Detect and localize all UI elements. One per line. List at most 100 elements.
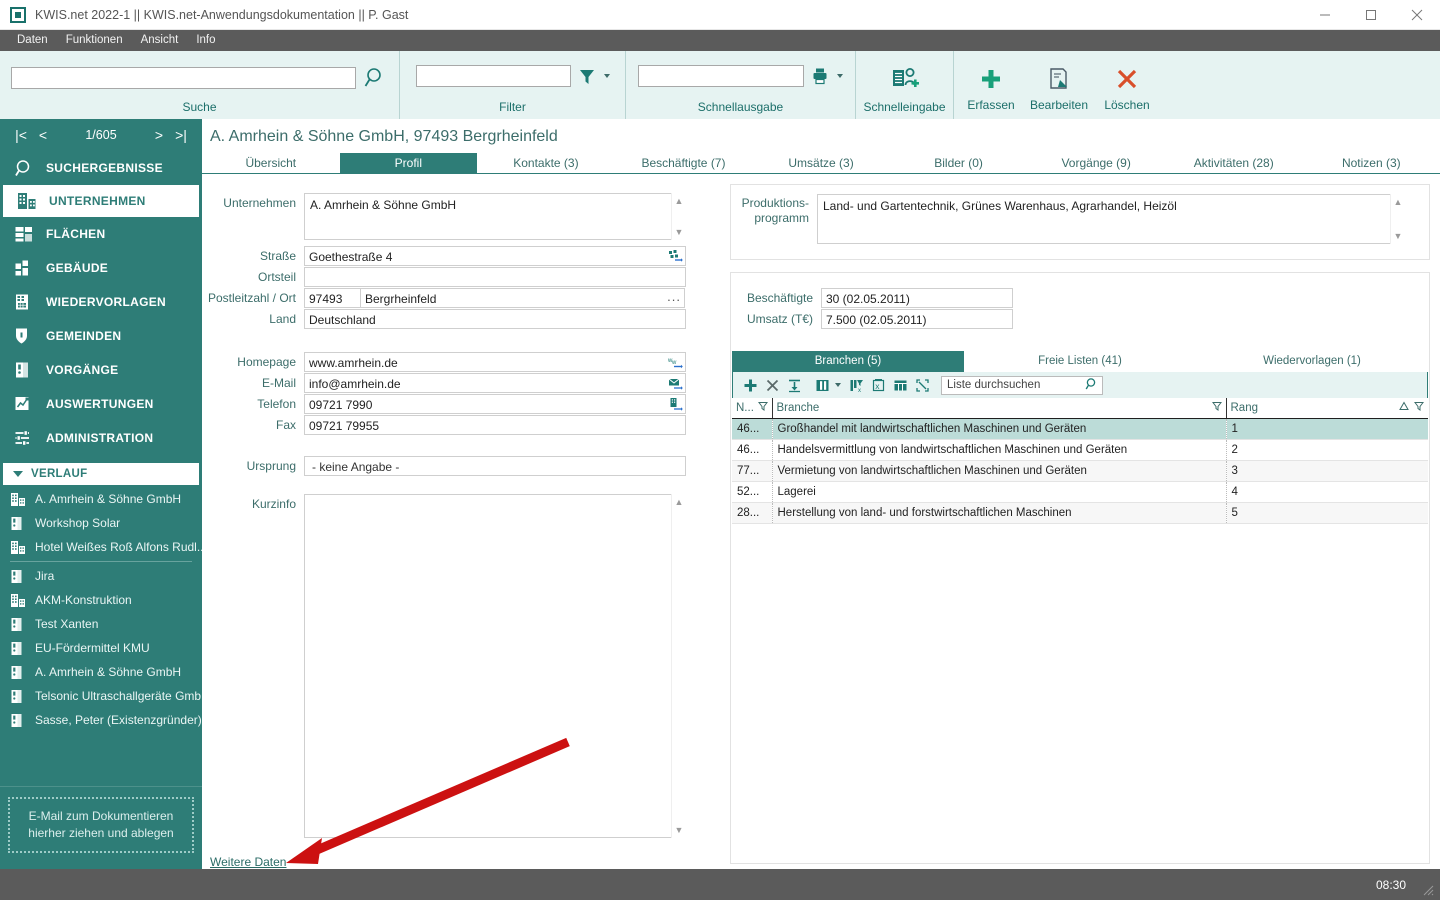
pager-first-button[interactable]: |<	[10, 127, 32, 143]
list-item[interactable]: A. Amrhein & Söhne GmbH	[0, 487, 202, 511]
list-item[interactable]: Workshop Solar	[0, 511, 202, 535]
sidebar-item-gemeinden[interactable]: GEMEINDEN	[0, 319, 202, 353]
umsatz-input[interactable]: 7.500 (02.05.2011)	[821, 309, 1013, 329]
subtab-wiedervorlagen[interactable]: Wiedervorlagen (1)	[1196, 351, 1428, 372]
quick-output-input[interactable]	[638, 65, 804, 87]
ortsteil-input[interactable]	[304, 267, 686, 287]
bearbeiten-button[interactable]: Bearbeiten	[1025, 59, 1093, 112]
maximize-icon[interactable]	[1348, 0, 1394, 30]
beschaeftigte-input[interactable]: 30 (02.05.2011)	[821, 288, 1013, 308]
pager-next-button[interactable]: >	[148, 127, 170, 143]
list-item[interactable]: Test Xanten	[0, 612, 202, 636]
plz-input[interactable]: 97493	[304, 288, 361, 308]
list-item[interactable]: Hotel Weißes Roß Alfons Rudl...	[0, 535, 202, 559]
subtab-branchen[interactable]: Branchen (5)	[732, 351, 964, 372]
unternehmen-input[interactable]: A. Amrhein & Söhne GmbH	[304, 193, 686, 240]
land-input[interactable]: Deutschland	[304, 309, 686, 329]
loeschen-button[interactable]: Löschen	[1093, 59, 1161, 112]
filter-dropdown-caret[interactable]	[603, 74, 610, 78]
tab-beschaeftigte[interactable]: Beschäftigte (7)	[615, 153, 753, 173]
map-pin-icon[interactable]	[667, 248, 683, 264]
search-input[interactable]	[11, 67, 356, 89]
add-icon[interactable]	[739, 374, 761, 396]
pager-last-button[interactable]: >|	[170, 127, 192, 143]
kurzinfo-scrollbar[interactable]: ▲ ▼	[671, 494, 686, 838]
email-dropzone[interactable]: E-Mail zum Dokumentieren hierher ziehen …	[8, 797, 194, 853]
menu-funktionen[interactable]: Funktionen	[57, 30, 132, 51]
subtab-freie-listen[interactable]: Freie Listen (41)	[964, 351, 1196, 372]
tab-vorgaenge[interactable]: Vorgänge (9)	[1027, 153, 1165, 173]
list-item[interactable]: AKM-Konstruktion	[0, 588, 202, 612]
filter-icon[interactable]	[757, 401, 768, 414]
sidebar-item-auswertungen[interactable]: AUSWERTUNGEN	[0, 387, 202, 421]
ursprung-input[interactable]: - keine Angabe -	[304, 456, 686, 476]
pager-prev-button[interactable]: <	[32, 127, 54, 143]
table-row[interactable]: 77... Vermietung von landwirtschaftliche…	[732, 460, 1428, 482]
tab-aktivitaeten[interactable]: Aktivitäten (28)	[1165, 153, 1303, 173]
unternehmen-scrollbar[interactable]: ▲ ▼	[671, 193, 686, 240]
filter-icon[interactable]	[1414, 401, 1424, 414]
filter-icon[interactable]	[577, 66, 597, 86]
print-dropdown-caret[interactable]	[837, 74, 843, 78]
import-down-icon[interactable]	[783, 374, 805, 396]
tab-profil[interactable]: Profil	[339, 153, 478, 173]
table-row[interactable]: 46... Handelsvermittlung von landwirtsch…	[732, 439, 1428, 461]
produktionsprogramm-scrollbar[interactable]: ▲ ▼	[1390, 194, 1405, 244]
columns-icon[interactable]	[811, 374, 833, 396]
tab-bilder[interactable]: Bilder (0)	[890, 153, 1028, 173]
sidebar-item-flaechen[interactable]: FLÄCHEN	[0, 217, 202, 251]
sidebar-item-wiedervorlagen[interactable]: WIEDERVORLAGEN	[0, 285, 202, 319]
tab-notizen[interactable]: Notizen (3)	[1303, 153, 1440, 173]
produktionsprogramm-input[interactable]: Land- und Gartentechnik, Grünes Warenhau…	[817, 194, 1405, 244]
clear-filter-icon[interactable]: x	[845, 374, 867, 396]
filter-input[interactable]	[415, 65, 571, 87]
search-icon[interactable]	[362, 65, 388, 91]
resize-grip-icon[interactable]	[1420, 882, 1434, 896]
kurzinfo-input[interactable]	[304, 494, 686, 838]
tab-kontakte[interactable]: Kontakte (3)	[477, 153, 615, 173]
excel-export-icon[interactable]: x	[867, 374, 889, 396]
weitere-daten-link[interactable]: Weitere Daten	[210, 855, 286, 869]
list-item[interactable]: Jira	[0, 564, 202, 588]
menu-info[interactable]: Info	[187, 30, 224, 51]
sort-asc-icon[interactable]	[1399, 401, 1409, 414]
menu-ansicht[interactable]: Ansicht	[132, 30, 188, 51]
ort-lookup-button[interactable]: ...	[667, 289, 681, 304]
close-icon[interactable]	[1394, 0, 1440, 30]
list-item[interactable]: Telsonic Ultraschallgeräte Gmb...	[0, 684, 202, 708]
minimize-icon[interactable]	[1302, 0, 1348, 30]
schnelleingabe-button[interactable]	[858, 59, 952, 95]
printer-icon[interactable]	[810, 66, 830, 86]
email-input[interactable]: info@amrhein.de	[304, 373, 686, 393]
tab-umsaetze[interactable]: Umsätze (3)	[752, 153, 890, 173]
erfassen-button[interactable]: Erfassen	[957, 59, 1025, 112]
remove-x-icon[interactable]	[761, 374, 783, 396]
fax-input[interactable]: 09721 79955	[304, 415, 686, 435]
list-item[interactable]: A. Amrhein & Söhne GmbH	[0, 660, 202, 684]
sidebar-item-administration[interactable]: ADMINISTRATION	[0, 421, 202, 455]
phone-icon[interactable]	[667, 396, 683, 412]
table-row[interactable]: 28... Herstellung von land- und forstwir…	[732, 502, 1428, 524]
mail-icon[interactable]	[667, 375, 683, 391]
tab-uebersicht[interactable]: Übersicht	[202, 153, 340, 173]
list-item[interactable]: Sasse, Peter (Existenzgründer)	[0, 708, 202, 732]
layout-icon[interactable]	[889, 374, 911, 396]
sidebar-item-unternehmen[interactable]: UNTERNEHMEN	[3, 185, 199, 217]
menu-daten[interactable]: Daten	[8, 30, 57, 51]
column-header-nr[interactable]: N...	[732, 398, 773, 419]
homepage-input[interactable]: www.amrhein.de	[304, 352, 686, 372]
telefon-input[interactable]: 09721 7990	[304, 394, 686, 414]
web-link-icon[interactable]: ww	[667, 354, 683, 370]
columns-dropdown-caret[interactable]	[835, 383, 841, 387]
column-header-rang[interactable]: Rang	[1226, 398, 1428, 419]
sidebar-item-vorgaenge[interactable]: VORGÄNGE	[0, 353, 202, 387]
sidebar-item-suchergebnisse[interactable]: SUCHERGEBNISSE	[0, 151, 202, 185]
ort-input[interactable]: Bergrheinfeld	[360, 288, 685, 308]
column-header-branche[interactable]: Branche	[772, 398, 1227, 419]
search-icon[interactable]	[1085, 377, 1099, 394]
strasse-input[interactable]: Goethestraße 4	[304, 246, 686, 266]
verlauf-header[interactable]: VERLAUF	[3, 463, 199, 485]
sidebar-item-gebaeude[interactable]: GEBÄUDE	[0, 251, 202, 285]
table-row[interactable]: 52... Lagerei 4	[732, 481, 1428, 503]
list-item[interactable]: EU-Fördermittel KMU	[0, 636, 202, 660]
